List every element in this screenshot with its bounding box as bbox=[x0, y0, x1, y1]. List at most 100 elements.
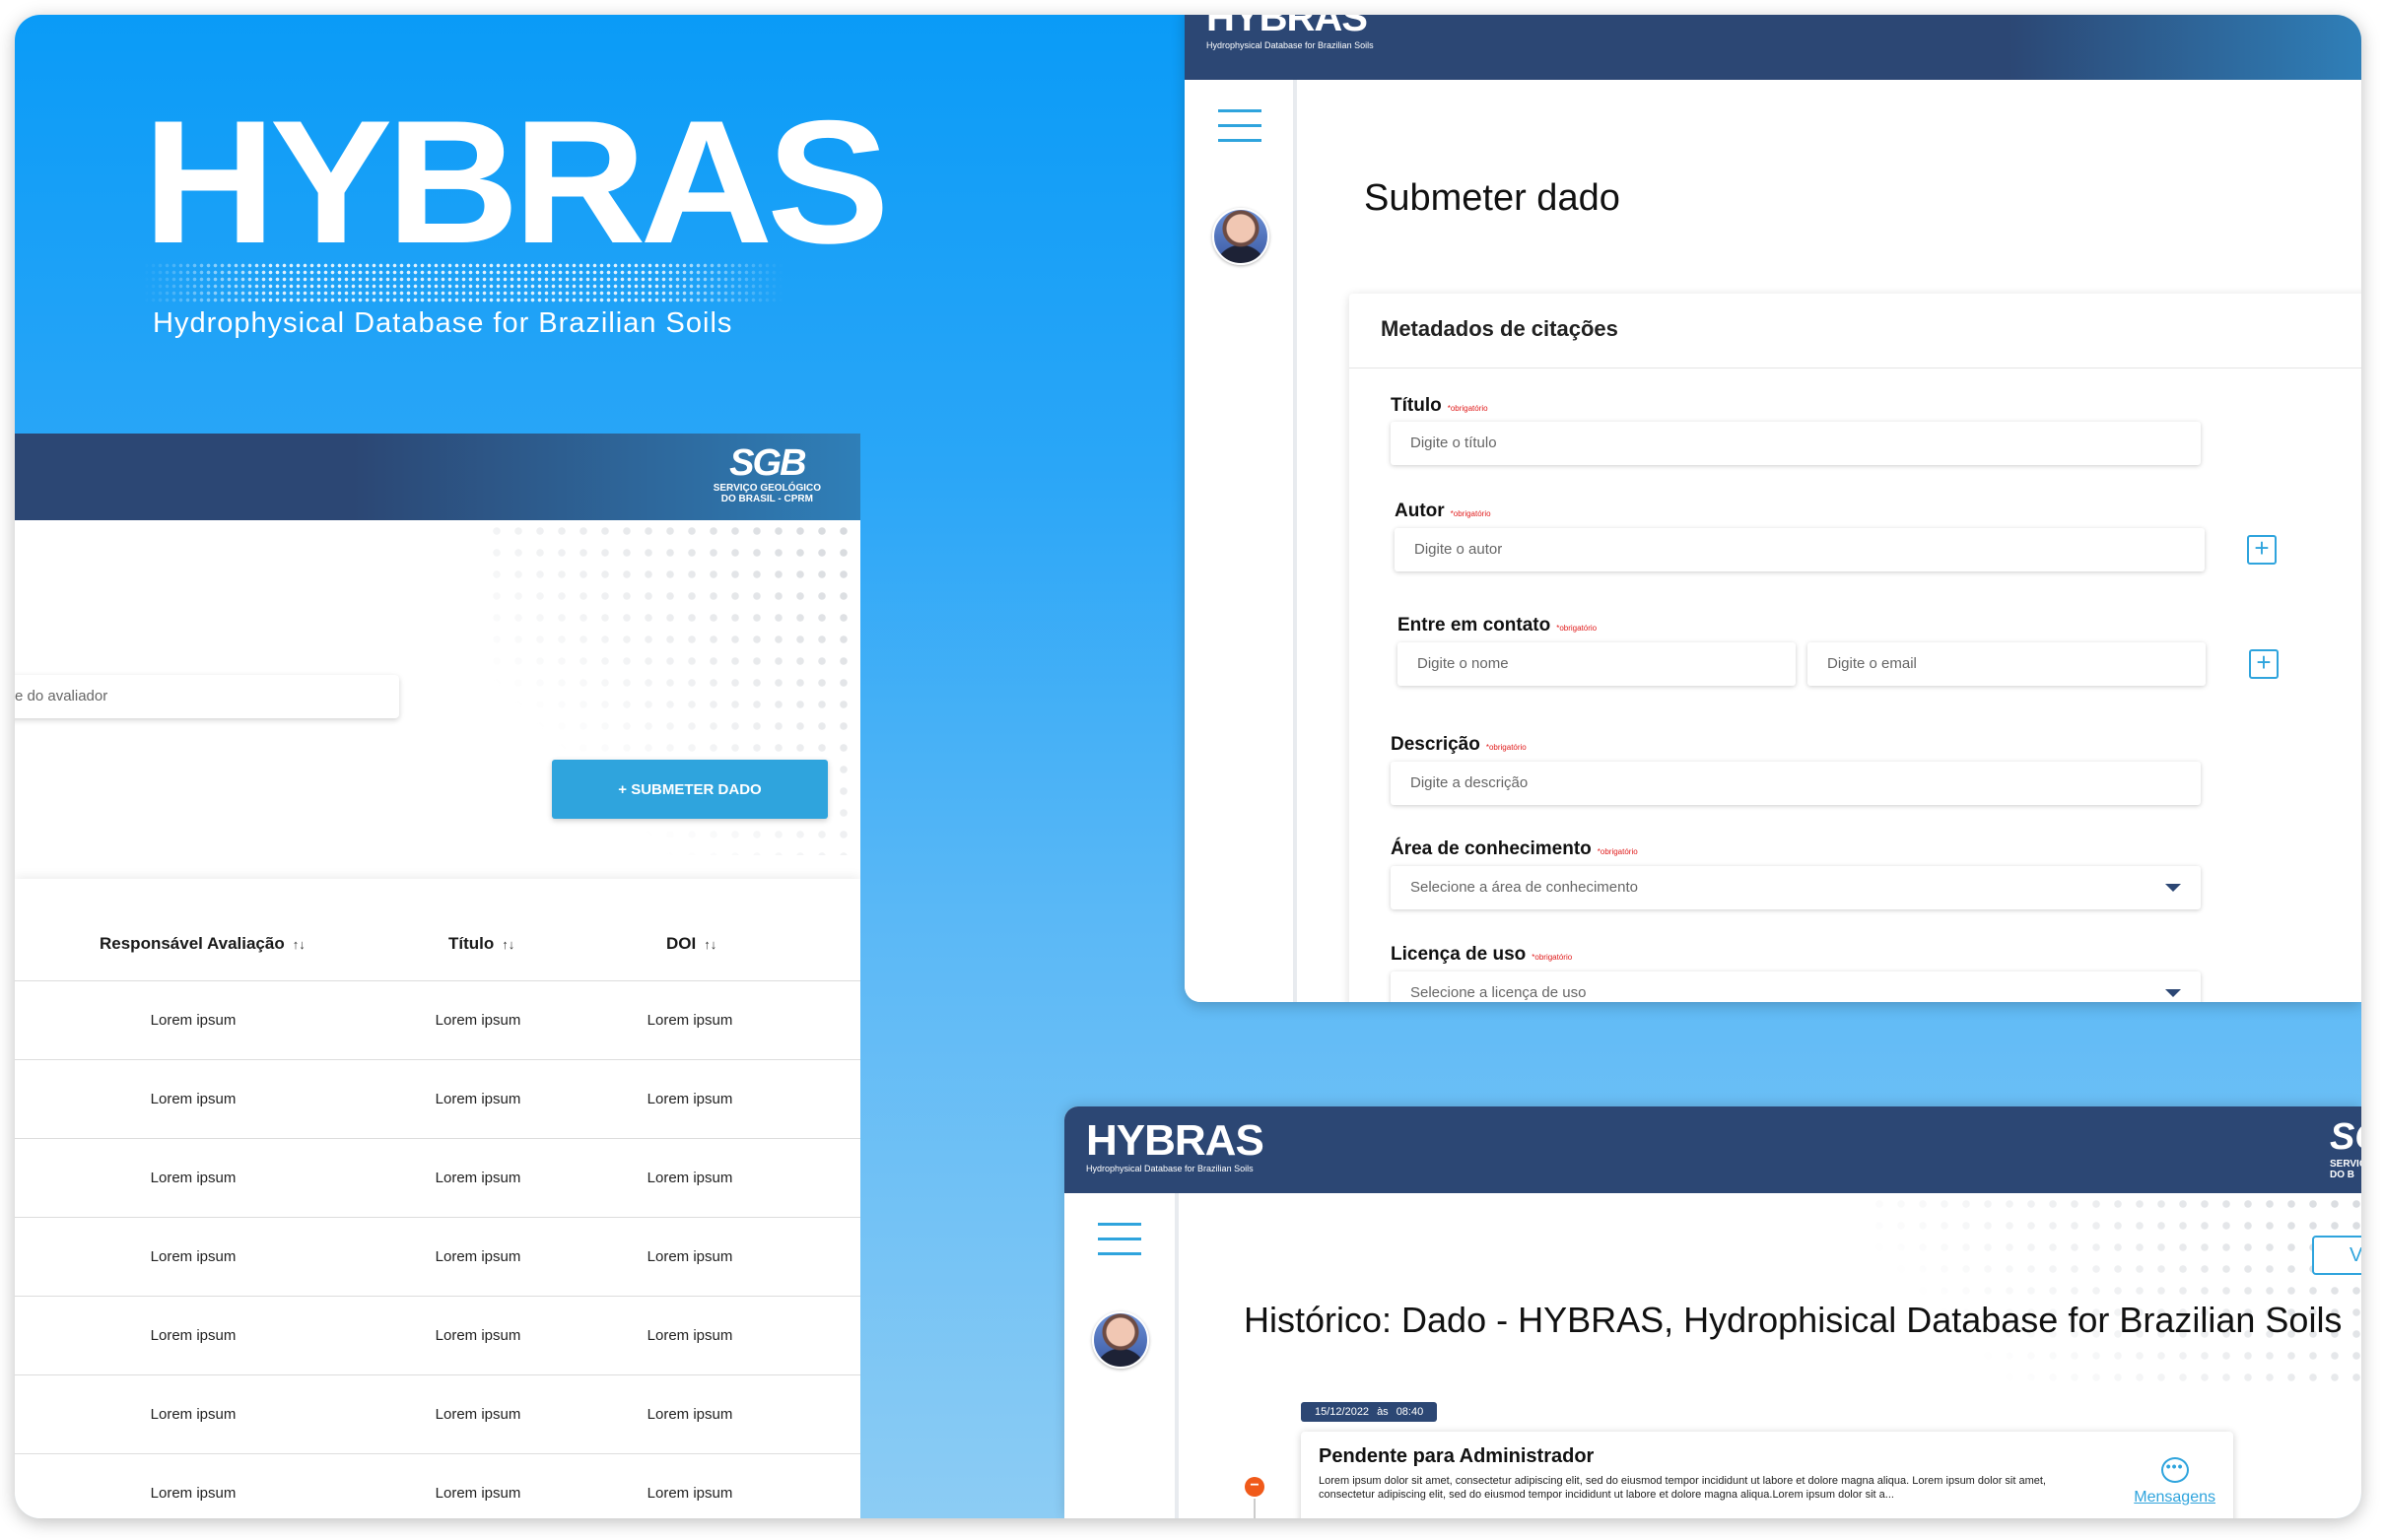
table-cell: Lorem ipsum bbox=[647, 1248, 733, 1265]
entry-text: Lorem ipsum dolor sit amet, consectetur … bbox=[1319, 1475, 2046, 1501]
dot-pattern-decoration bbox=[1869, 1193, 2361, 1390]
sgb-logo-line-1: SERVIÇO bbox=[2330, 1159, 2361, 1170]
timeline-status-icon: − bbox=[1245, 1477, 1264, 1497]
add-contact-icon[interactable]: + bbox=[2249, 649, 2279, 679]
required-tag: *obrigatório bbox=[1532, 953, 1573, 962]
date-text: 15/12/2022 bbox=[1315, 1406, 1370, 1418]
table-cell: Lorem ipsum bbox=[150, 1012, 237, 1029]
card-title: Metadados de citações bbox=[1349, 294, 2361, 368]
table-cell: Lorem ipsum bbox=[435, 1248, 521, 1265]
license-select[interactable]: Selecione a licença de uso bbox=[1391, 971, 2201, 1002]
label-text: Descrição bbox=[1391, 734, 1480, 755]
required-tag: *obrigatório bbox=[1447, 404, 1488, 413]
author-label: Autor *obrigatório bbox=[1395, 501, 1491, 522]
sgb-logo-line-1: SERVIÇO GEOLÓGICO bbox=[713, 483, 821, 494]
logo-dot-pattern bbox=[143, 262, 783, 303]
label-text: Área de conhecimento bbox=[1391, 838, 1592, 859]
table-row[interactable]: Lorem ipsum Lorem ipsum Lorem ipsum bbox=[15, 1297, 860, 1375]
sort-icon[interactable]: ↑↓ bbox=[293, 937, 306, 952]
table-row[interactable]: Lorem ipsum Lorem ipsum Lorem ipsum bbox=[15, 1139, 860, 1218]
presentation-frame: HYBRAS Hydrophysical Database for Brazil… bbox=[15, 15, 2361, 1518]
required-tag: *obrigatório bbox=[1597, 847, 1638, 856]
table-cell: Lorem ipsum bbox=[647, 1406, 733, 1423]
app-header: HYBRAS Hydrophysical Database for Brazil… bbox=[1185, 15, 2361, 80]
select-value: Selecione a área de conhecimento bbox=[1410, 879, 1638, 896]
column-label: DOI bbox=[666, 934, 697, 953]
column-label: Responsável Avaliação bbox=[100, 934, 285, 953]
table-cell: Lorem ipsum bbox=[435, 1485, 521, 1502]
chevron-down-icon bbox=[2165, 884, 2181, 892]
page-title: Submeter dado bbox=[1364, 177, 1620, 219]
logo-text: HYBRAS bbox=[1086, 1116, 1264, 1165]
hero-tagline: Hydrophysical Database for Brazilian Soi… bbox=[153, 307, 733, 339]
app-header: HYBRAS Hydrophysical Database for Brazil… bbox=[1064, 1106, 2361, 1193]
timestamp-badge: 15/12/2022 às 08:40 bbox=[1301, 1402, 1438, 1422]
table-header: Responsável Avaliação ↑↓ Título ↑↓ DOI ↑↓ bbox=[15, 879, 860, 981]
timeline-line bbox=[1254, 1499, 1256, 1518]
column-header-responsavel[interactable]: Responsável Avaliação ↑↓ bbox=[100, 934, 306, 954]
author-input[interactable]: Digite o autor bbox=[1395, 528, 2205, 571]
table-row[interactable]: Lorem ipsum Lorem ipsum Lorem ipsum bbox=[15, 1060, 860, 1139]
column-label: Título bbox=[448, 934, 495, 953]
contact-email-input[interactable]: Digite o email bbox=[1807, 642, 2206, 686]
submit-data-button[interactable]: + SUBMETER DADO bbox=[552, 760, 828, 819]
table-cell: Lorem ipsum bbox=[647, 1091, 733, 1107]
table-cell: Lorem ipsum bbox=[435, 1012, 521, 1029]
evaluator-search-input[interactable]: e do avaliador bbox=[15, 675, 399, 718]
history-screen: HYBRAS Hydrophysical Database for Brazil… bbox=[1064, 1106, 2361, 1518]
add-author-icon[interactable]: + bbox=[2247, 535, 2277, 565]
column-header-titulo[interactable]: Título ↑↓ bbox=[448, 934, 514, 954]
history-entry-card: Pendente para Administrador Lorem ipsum … bbox=[1301, 1432, 2233, 1518]
select-value: Selecione a licença de uso bbox=[1410, 984, 1587, 1001]
hybras-logo: HYBRAS bbox=[143, 84, 890, 280]
label-text: Licença de uso bbox=[1391, 944, 1527, 965]
description-input[interactable]: Digite a descrição bbox=[1391, 762, 2201, 805]
required-tag: *obrigatório bbox=[1485, 743, 1527, 752]
table-cell: Lorem ipsum bbox=[150, 1248, 237, 1265]
data-table: Responsável Avaliação ↑↓ Título ↑↓ DOI ↑↓ L… bbox=[15, 879, 860, 1518]
sgb-logo: SGB SERVIÇO GEOLÓGICO DO BRASIL - CPRM bbox=[714, 443, 821, 504]
contact-name-input[interactable]: Digite o nome bbox=[1397, 642, 1796, 686]
messages-button[interactable]: ••• Mensagens bbox=[2134, 1457, 2215, 1507]
sort-icon[interactable]: ↑↓ bbox=[502, 937, 514, 952]
title-input[interactable]: Digite o título bbox=[1391, 422, 2201, 465]
table-cell: Lorem ipsum bbox=[647, 1170, 733, 1186]
table-cell: Lorem ipsum bbox=[647, 1327, 733, 1344]
sgb-logo-line-2: DO BRASIL - CPRM bbox=[720, 494, 813, 504]
sidebar bbox=[1064, 1193, 1179, 1518]
label-text: Título bbox=[1391, 395, 1442, 416]
table-row[interactable]: Lorem ipsum Lorem ipsum Lorem ipsum bbox=[15, 981, 860, 1060]
table-cell: Lorem ipsum bbox=[435, 1327, 521, 1344]
avatar[interactable] bbox=[1212, 208, 1269, 265]
sgb-logo-line-2: DO B bbox=[2330, 1170, 2354, 1180]
table-row[interactable]: Lorem ipsum Lorem ipsum Lorem ipsum bbox=[15, 1454, 860, 1518]
table-cell: Lorem ipsum bbox=[647, 1012, 733, 1029]
knowledge-area-select[interactable]: Selecione a área de conhecimento bbox=[1391, 866, 2201, 909]
hybras-header-logo: HYBRAS Hydrophysical Database for Brazil… bbox=[1086, 1116, 1264, 1174]
table-cell: Lorem ipsum bbox=[150, 1406, 237, 1423]
entry-title: Pendente para Administrador bbox=[1319, 1445, 1595, 1467]
contact-label: Entre em contato *obrigatório bbox=[1397, 615, 1597, 636]
label-text: Autor bbox=[1395, 501, 1445, 521]
table-cell: Lorem ipsum bbox=[435, 1091, 521, 1107]
time-text: 08:40 bbox=[1396, 1406, 1424, 1418]
chat-bubble-icon: ••• bbox=[2160, 1457, 2189, 1483]
license-label: Licença de uso *obrigatório bbox=[1391, 944, 1572, 966]
corner-button[interactable]: V bbox=[2312, 1236, 2361, 1275]
knowledge-area-label: Área de conhecimento *obrigatório bbox=[1391, 838, 1638, 860]
data-list-screen: SGB SERVIÇO GEOLÓGICO DO BRASIL - CPRM e… bbox=[15, 434, 860, 1518]
table-cell: Lorem ipsum bbox=[150, 1327, 237, 1344]
column-header-doi[interactable]: DOI ↑↓ bbox=[666, 934, 716, 954]
submit-form-screen: HYBRAS Hydrophysical Database for Brazil… bbox=[1185, 15, 2361, 1002]
hero-logo-block: HYBRAS Hydrophysical Database for Brazil… bbox=[143, 95, 890, 340]
menu-icon[interactable] bbox=[1098, 1223, 1141, 1267]
avatar[interactable] bbox=[1092, 1311, 1149, 1369]
label-text: Entre em contato bbox=[1397, 615, 1551, 636]
table-row[interactable]: Lorem ipsum Lorem ipsum Lorem ipsum bbox=[15, 1375, 860, 1454]
page-title: Histórico: Dado - HYBRAS, Hydrophisical … bbox=[1244, 1300, 2343, 1340]
table-cell: Lorem ipsum bbox=[150, 1170, 237, 1186]
table-row[interactable]: Lorem ipsum Lorem ipsum Lorem ipsum bbox=[15, 1218, 860, 1297]
sort-icon[interactable]: ↑↓ bbox=[704, 937, 716, 952]
menu-icon[interactable] bbox=[1218, 109, 1261, 154]
messages-label: Mensagens bbox=[2134, 1489, 2215, 1506]
